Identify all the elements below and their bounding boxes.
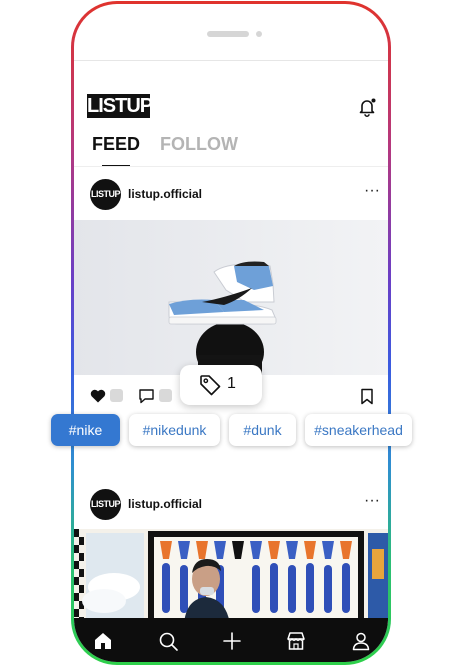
post-photo-artwork[interactable] (74, 529, 388, 624)
more-options-button[interactable]: ··· (364, 491, 380, 511)
front-camera (256, 31, 262, 37)
heart-icon[interactable] (90, 389, 106, 403)
hashtag-chip[interactable]: #nike (51, 414, 120, 446)
hashtag-chips: #nike #nikedunk #dunk #sneakerhead (0, 414, 465, 450)
bell-icon[interactable] (358, 97, 376, 117)
post-header: LISTUP listup.official ··· (90, 179, 380, 211)
profile-icon[interactable] (350, 630, 372, 652)
post-username[interactable]: listup.official (128, 187, 202, 201)
comment-icon[interactable] (138, 388, 155, 404)
status-divider (74, 60, 388, 61)
comment-count-placeholder (159, 389, 172, 402)
bottom-navigation (74, 618, 388, 662)
store-icon[interactable] (285, 630, 307, 652)
hashtag-chip[interactable]: #nikedunk (129, 414, 220, 446)
phone-screen: LISTUP FEED FOLLOW LISTUP listup.officia… (74, 4, 388, 662)
tabs-divider (74, 166, 388, 167)
tab-feed[interactable]: FEED (92, 134, 140, 155)
app-logo: LISTUP (87, 94, 153, 118)
tag-count-popup[interactable]: 1 (180, 365, 262, 405)
post-username[interactable]: listup.official (128, 497, 202, 511)
tag-count: 1 (227, 375, 236, 392)
home-icon[interactable] (92, 630, 114, 652)
hashtag-chip[interactable]: #sneakerhead (305, 414, 412, 446)
avatar[interactable]: LISTUP (90, 179, 121, 210)
post-header: LISTUP listup.official ··· (90, 489, 380, 521)
bookmark-icon[interactable] (360, 388, 374, 405)
post-photo-sneaker[interactable] (74, 220, 388, 375)
hashtag-chip[interactable]: #dunk (229, 414, 296, 446)
like-count-placeholder (110, 389, 123, 402)
speaker-grille (207, 31, 249, 37)
search-icon[interactable] (157, 630, 179, 652)
more-options-button[interactable]: ··· (364, 181, 380, 201)
phone-frame: LISTUP FEED FOLLOW LISTUP listup.officia… (71, 1, 391, 665)
avatar[interactable]: LISTUP (90, 489, 121, 520)
tag-icon (200, 375, 221, 396)
plus-icon[interactable] (221, 630, 243, 652)
tab-follow[interactable]: FOLLOW (160, 134, 238, 155)
